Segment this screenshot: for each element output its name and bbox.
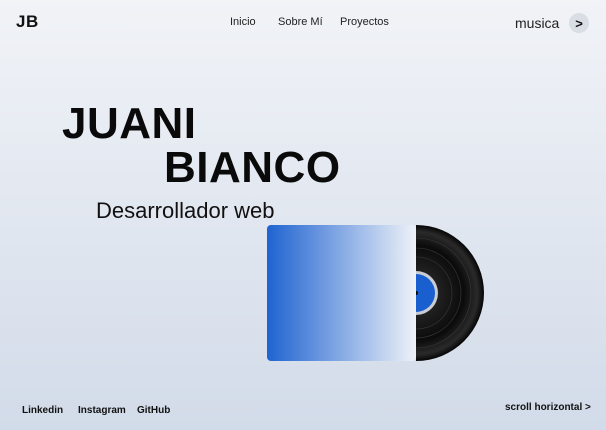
hero-role: Desarrollador web: [96, 198, 275, 223]
music-label: musica: [515, 15, 560, 31]
logo[interactable]: JB: [16, 12, 39, 32]
nav-inicio[interactable]: Inicio: [230, 16, 256, 28]
footer-link-github[interactable]: GitHub: [137, 405, 170, 416]
hero-name-first: JUANI: [62, 99, 197, 148]
nav-sobre-mi[interactable]: Sobre Mí: [278, 16, 323, 28]
music-toggle-button[interactable]: >: [569, 13, 589, 33]
album-cover: [267, 225, 416, 361]
footer-link-linkedin[interactable]: Linkedin: [22, 405, 63, 416]
nav-proyectos[interactable]: Proyectos: [340, 16, 389, 28]
hero-name-last: BIANCO: [164, 143, 341, 192]
album-vinyl-illustration: [267, 225, 484, 361]
scroll-hint: scroll horizontal >: [505, 402, 591, 413]
footer-link-instagram[interactable]: Instagram: [78, 405, 126, 416]
